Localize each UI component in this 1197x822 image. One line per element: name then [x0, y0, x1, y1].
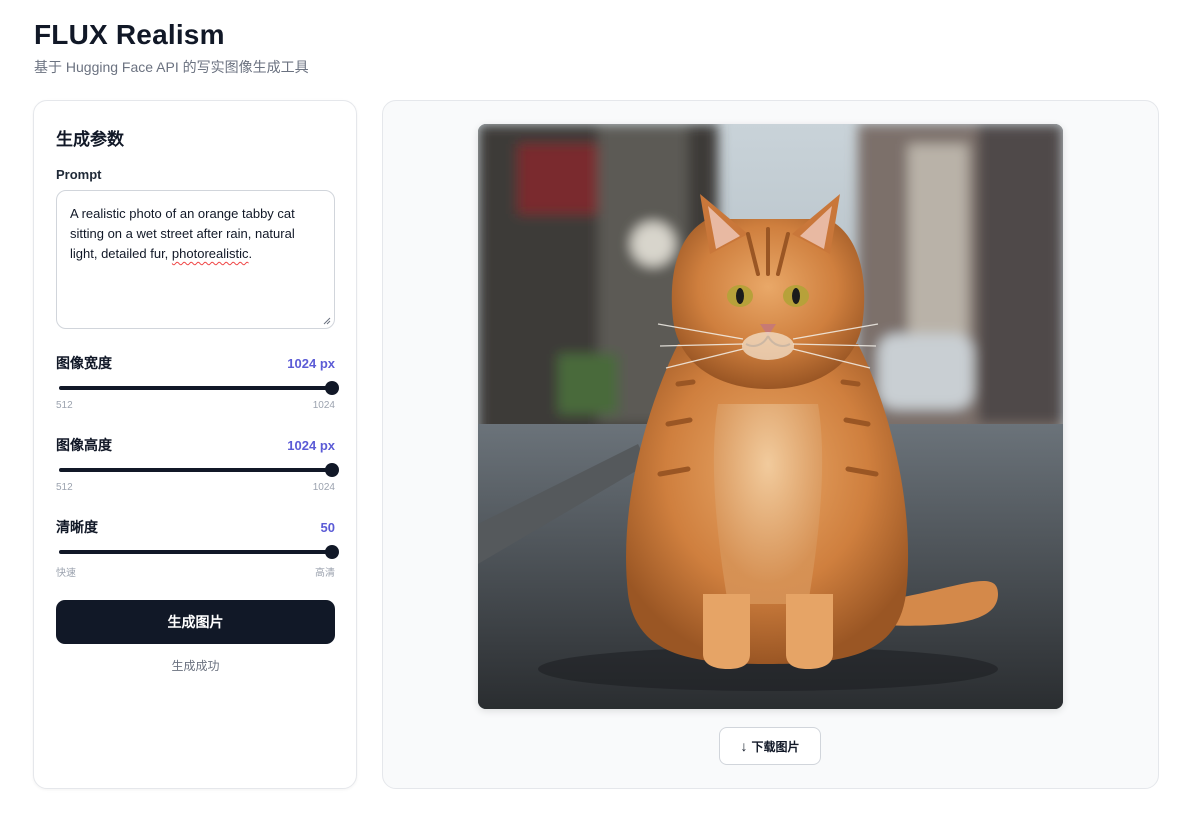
steps-max-label: 高清 [315, 568, 335, 579]
steps-slider-thumb[interactable] [325, 545, 339, 559]
width-min-label: 512 [56, 400, 73, 411]
download-button[interactable]: ↓ 下载图片 [719, 727, 821, 765]
download-label: 下载图片 [751, 739, 800, 754]
download-arrow-icon: ↓ [740, 738, 748, 754]
prompt-label: Prompt [56, 167, 102, 182]
prompt-text-misspelled: photorealistic [171, 246, 249, 261]
generate-button[interactable]: 生成图片 [56, 600, 335, 644]
height-slider-group: 图像高度 1024 px 512 1024 [56, 435, 339, 493]
prompt-textarea[interactable]: A realistic photo of an orange tabby cat… [56, 190, 335, 329]
panel-title: 生成参数 [56, 130, 124, 149]
steps-value: 50 [320, 519, 335, 535]
width-slider-thumb[interactable] [325, 381, 339, 395]
steps-slider[interactable] [56, 543, 339, 561]
header: FLUX Realism 基于 Hugging Face API 的写实图像生成… [34, 18, 309, 76]
width-label: 图像宽度 [56, 355, 112, 371]
app-title: FLUX Realism [34, 19, 225, 50]
steps-slider-fill [59, 550, 332, 554]
height-min-label: 512 [56, 482, 73, 493]
cat-photo [478, 124, 1063, 709]
steps-label: 清晰度 [56, 519, 98, 535]
height-slider-fill [59, 468, 332, 472]
width-slider[interactable] [56, 379, 339, 397]
generated-image [478, 124, 1063, 709]
width-slider-group: 图像宽度 1024 px 512 1024 [56, 353, 339, 411]
result-panel: ↓ 下载图片 [382, 100, 1159, 789]
height-max-label: 1024 [312, 482, 335, 493]
width-max-label: 1024 [312, 400, 335, 411]
prompt-text-end: . [248, 246, 253, 261]
height-slider[interactable] [56, 461, 339, 479]
resize-grip-icon[interactable] [323, 317, 331, 325]
height-slider-thumb[interactable] [325, 463, 339, 477]
width-slider-fill [59, 386, 332, 390]
steps-min-label: 快速 [56, 568, 76, 579]
app-subtitle: 基于 Hugging Face API 的写实图像生成工具 [34, 59, 309, 75]
parameters-panel: 生成参数 Prompt A realistic photo of an oran… [33, 100, 357, 789]
height-label: 图像高度 [56, 437, 112, 453]
steps-slider-group: 清晰度 50 快速 高清 [56, 517, 339, 579]
status-text: 生成成功 [171, 659, 220, 673]
width-value: 1024 px [287, 355, 335, 371]
height-value: 1024 px [287, 437, 335, 453]
